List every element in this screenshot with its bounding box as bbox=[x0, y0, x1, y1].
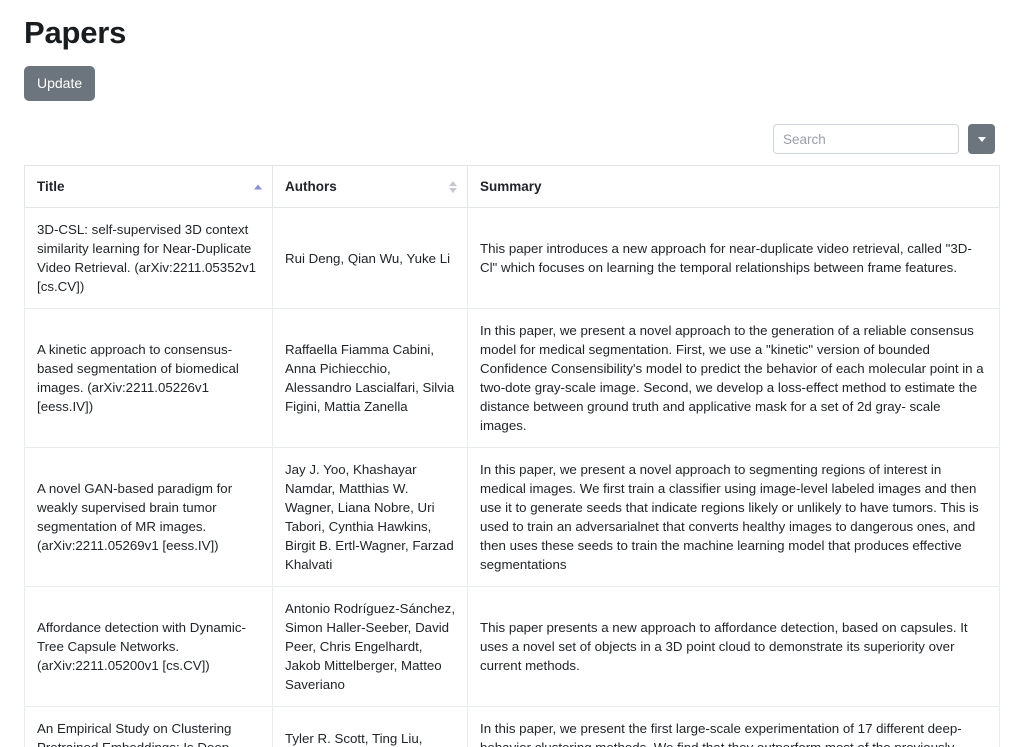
update-button[interactable]: Update bbox=[24, 66, 96, 102]
cell-summary: In this paper, we present a novel approa… bbox=[467, 308, 1000, 449]
papers-table: Title Authors Summary 3D-CSL: self-super… bbox=[24, 165, 1000, 747]
triangle-down-icon bbox=[449, 187, 457, 193]
cell-summary: In this paper, we present a novel approa… bbox=[467, 447, 1000, 588]
search-options-dropdown-button[interactable] bbox=[968, 124, 995, 155]
cell-authors: Rui Deng, Qian Wu, Yuke Li bbox=[272, 207, 468, 310]
search-input[interactable] bbox=[773, 124, 959, 155]
sort-ascending-icon[interactable] bbox=[254, 184, 262, 190]
cell-summary: This paper presents a new approach to af… bbox=[467, 586, 1000, 708]
cell-summary: This paper introduces a new approach for… bbox=[467, 207, 1000, 310]
column-header-authors-label: Authors bbox=[285, 179, 337, 195]
triangle-up-icon bbox=[449, 180, 457, 186]
cell-title: A novel GAN-based paradigm for weakly su… bbox=[24, 447, 273, 588]
table-row[interactable]: Affordance detection with Dynamic-Tree C… bbox=[24, 586, 1000, 708]
sort-neutral-icon[interactable] bbox=[449, 180, 457, 194]
table-row[interactable]: A kinetic approach to consensus-based se… bbox=[24, 308, 1000, 449]
cell-title: An Empirical Study on Clustering Pretrai… bbox=[24, 706, 273, 747]
column-header-title[interactable]: Title bbox=[24, 165, 273, 209]
caret-down-icon bbox=[977, 136, 986, 142]
cell-title: 3D-CSL: self-supervised 3D context simil… bbox=[24, 207, 273, 310]
cell-authors: Antonio Rodríguez-Sánchez, Simon Haller-… bbox=[272, 586, 468, 708]
table-row[interactable]: An Empirical Study on Clustering Pretrai… bbox=[24, 706, 1000, 747]
page-title: Papers bbox=[24, 15, 127, 50]
column-header-summary[interactable]: Summary bbox=[467, 165, 1000, 209]
cell-title: A kinetic approach to consensus-based se… bbox=[24, 308, 273, 449]
triangle-up-icon bbox=[254, 184, 262, 190]
table-header: Title Authors Summary bbox=[24, 165, 1000, 209]
table-row[interactable]: A novel GAN-based paradigm for weakly su… bbox=[24, 447, 1000, 588]
table-toolbar bbox=[24, 124, 1000, 155]
table-header-row: Title Authors Summary bbox=[24, 165, 1000, 209]
cell-authors: Tyler R. Scott, Ting Liu, Michael C. Moz… bbox=[272, 706, 468, 747]
cell-title: Affordance detection with Dynamic-Tree C… bbox=[24, 586, 273, 708]
papers-page: Papers Update Title bbox=[0, 8, 1024, 747]
column-header-title-label: Title bbox=[37, 179, 65, 195]
table-row[interactable]: 3D-CSL: self-supervised 3D context simil… bbox=[24, 207, 1000, 310]
cell-authors: Raffaella Fiamma Cabini, Anna Pichiecchi… bbox=[272, 308, 468, 449]
cell-summary: In this paper, we present the first larg… bbox=[467, 706, 1000, 747]
column-header-authors[interactable]: Authors bbox=[272, 165, 468, 209]
table-body: 3D-CSL: self-supervised 3D context simil… bbox=[24, 207, 1000, 747]
column-header-summary-label: Summary bbox=[480, 179, 542, 195]
papers-table-container: Title Authors Summary 3D-CSL: self-super… bbox=[24, 165, 1000, 747]
cell-authors: Jay J. Yoo, Khashayar Namdar, Matthias W… bbox=[272, 447, 468, 588]
